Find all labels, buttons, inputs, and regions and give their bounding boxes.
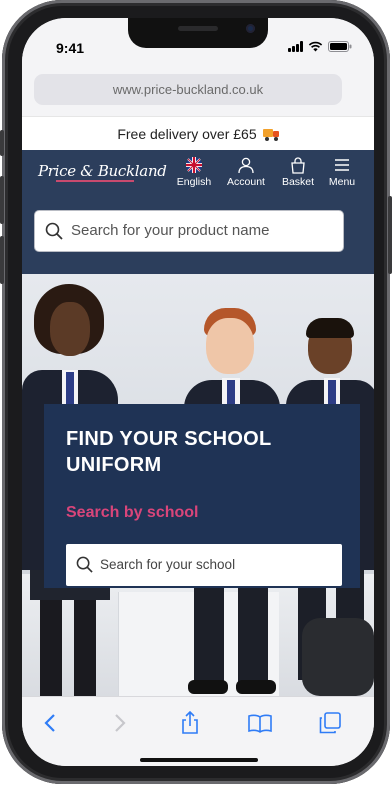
hero-title: FIND YOUR SCHOOL UNIFORM xyxy=(66,428,272,476)
school-uniform-panel: FIND YOUR SCHOOL UNIFORM Search by schoo… xyxy=(44,404,360,588)
account-icon xyxy=(238,157,254,173)
battery-icon xyxy=(328,41,352,52)
nav-account-label: Account xyxy=(227,176,265,188)
bookmarks-icon xyxy=(248,714,272,733)
speaker xyxy=(178,26,218,31)
basket-icon xyxy=(291,156,305,174)
volume-down-button xyxy=(0,236,4,284)
hero-subtitle: Search by school xyxy=(66,504,199,521)
logo-tagline-bar xyxy=(56,180,134,182)
forward-icon xyxy=(115,714,126,732)
uk-flag-icon xyxy=(186,157,202,173)
back-button[interactable] xyxy=(36,709,64,737)
signal-icon xyxy=(288,41,303,52)
nav-account[interactable]: Account xyxy=(220,156,272,188)
menu-icon xyxy=(335,159,349,171)
backpack xyxy=(302,618,374,696)
status-icons xyxy=(288,41,352,52)
browser-toolbar xyxy=(22,696,374,766)
nav-basket[interactable]: Basket xyxy=(276,156,320,188)
screen: 9:41 www.price-buckland.co.uk Free deliv… xyxy=(22,18,374,766)
home-indicator[interactable] xyxy=(140,758,258,762)
power-button xyxy=(388,196,392,274)
mute-switch xyxy=(0,130,4,156)
product-search-input[interactable]: Search for your product name xyxy=(34,210,344,252)
nav-menu-label: Menu xyxy=(328,176,356,188)
promo-text: Free delivery over £65 xyxy=(117,126,257,142)
promo-banner: Free delivery over £65 xyxy=(22,116,374,151)
delivery-truck-icon xyxy=(262,129,279,141)
product-search-placeholder: Search for your product name xyxy=(71,222,270,239)
forward-button[interactable] xyxy=(106,709,134,737)
tabs-icon xyxy=(319,712,341,734)
school-search-placeholder: Search for your school xyxy=(100,557,236,572)
phone-frame: 9:41 www.price-buckland.co.uk Free deliv… xyxy=(0,0,392,784)
camera xyxy=(246,24,255,33)
browser-chrome: www.price-buckland.co.uk xyxy=(22,62,374,116)
search-icon xyxy=(45,222,63,240)
bookmarks-button[interactable] xyxy=(246,709,274,737)
notch xyxy=(128,18,268,48)
search-icon xyxy=(76,556,93,573)
nav-language-label: English xyxy=(176,176,212,188)
wifi-icon xyxy=(308,41,323,52)
url-bar[interactable]: www.price-buckland.co.uk xyxy=(34,74,342,105)
volume-up-button xyxy=(0,176,4,224)
logo[interactable]: Price & Buckland xyxy=(38,162,167,180)
tabs-button[interactable] xyxy=(316,709,344,737)
status-time: 9:41 xyxy=(56,40,85,56)
share-button[interactable] xyxy=(176,709,204,737)
nav-basket-label: Basket xyxy=(281,176,315,188)
share-icon xyxy=(182,711,198,734)
product-search-band: Search for your product name xyxy=(22,196,374,274)
school-search-input[interactable]: Search for your school xyxy=(66,544,342,586)
nav-language[interactable]: English xyxy=(172,156,216,188)
back-icon xyxy=(44,714,55,732)
site-header: Price & Buckland English Account Basket … xyxy=(22,150,374,196)
nav-menu[interactable]: Menu xyxy=(322,156,362,188)
